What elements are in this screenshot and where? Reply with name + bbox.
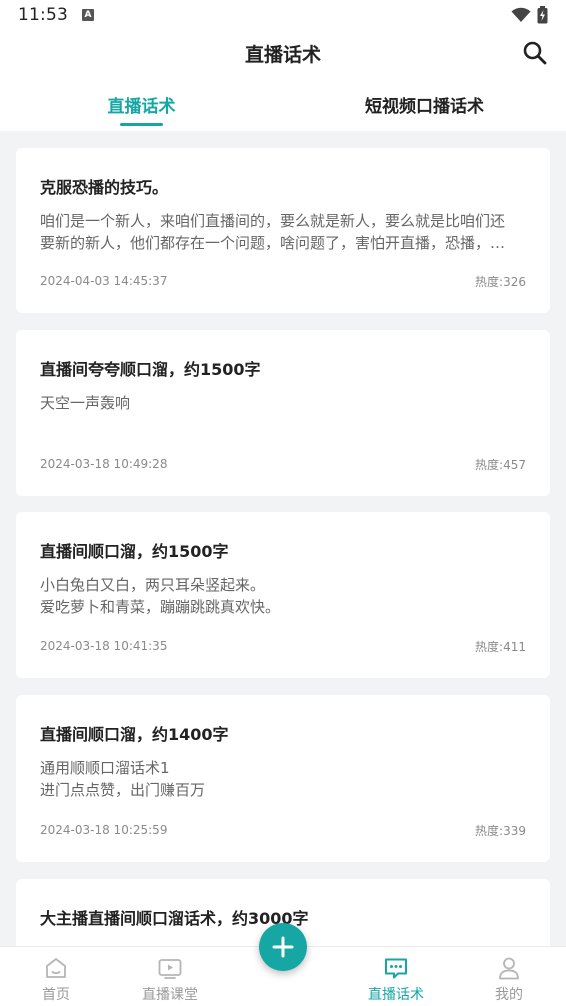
- article-date: 2024-03-18 10:25:59: [40, 823, 168, 837]
- person-icon: [499, 957, 519, 980]
- video-icon: [158, 959, 182, 979]
- notification-icon: A: [82, 9, 94, 21]
- nav-live-scripts[interactable]: 直播话术: [351, 955, 441, 1004]
- article-title: 大主播直播间顺口溜话术，约3000字: [40, 909, 309, 928]
- home-icon: [46, 958, 66, 978]
- excerpt-line: 爱吃萝卜和青菜，蹦蹦跳跳真欢快。: [40, 598, 281, 616]
- nav-live-scripts-label: 直播话术: [368, 987, 424, 1003]
- article-excerpt: 小白兔白又白，两只耳朵竖起来。 爱吃萝卜和青菜，蹦蹦跳跳真欢快。: [40, 574, 528, 618]
- search-icon: [523, 41, 547, 65]
- article-heat: 热度:326: [475, 275, 526, 289]
- app-screen: 11:53 A 直播话术 直播话术 短视频口播话术 克服恐播的技巧。 咱们是一个…: [0, 0, 566, 1006]
- article-heat: 热度:339: [475, 824, 526, 838]
- status-time: 11:53: [18, 5, 68, 25]
- article-excerpt: 咱们是一个新人，来咱们直播间的，要么就是新人，要么就是比咱们还 要新的新人，他们…: [40, 210, 528, 254]
- chat-icon: [385, 958, 407, 979]
- article-heat: 热度:411: [475, 640, 526, 654]
- nav-home-label: 首页: [42, 987, 70, 1003]
- status-bar: 11:53 A: [0, 0, 566, 30]
- nav-mine[interactable]: 我的: [464, 955, 554, 1004]
- tab-short-video-scripts[interactable]: 短视频口播话术: [283, 92, 566, 117]
- plus-icon: [272, 936, 294, 958]
- article-date: 2024-03-18 10:41:35: [40, 639, 168, 653]
- excerpt-line: 咱们是一个新人，来咱们直播间的，要么就是新人，要么就是比咱们还: [40, 212, 506, 230]
- nav-live-course[interactable]: 直播课堂: [125, 955, 215, 1004]
- search-button[interactable]: [520, 38, 550, 68]
- wifi-icon: [511, 7, 531, 22]
- nav-mine-label: 我的: [495, 987, 523, 1003]
- article-title: 直播间顺口溜，约1400字: [40, 725, 229, 744]
- excerpt-line: 天空一声轰响: [40, 394, 131, 412]
- excerpt-line: 进门点点赞，出门赚百万: [40, 781, 206, 799]
- article-excerpt: 天空一声轰响: [40, 392, 528, 414]
- tab-live-scripts[interactable]: 直播话术: [0, 92, 283, 117]
- article-excerpt: 通用顺顺口溜话术1 进门点点赞，出门赚百万: [40, 757, 528, 801]
- tab-bar: 直播话术 短视频口播话术: [0, 76, 566, 131]
- nav-home[interactable]: 首页: [11, 955, 101, 1004]
- app-bar: 直播话术: [0, 30, 566, 76]
- page-title: 直播话术: [244, 44, 321, 66]
- article-title: 克服恐播的技巧。: [40, 178, 169, 197]
- article-card[interactable]: 克服恐播的技巧。 咱们是一个新人，来咱们直播间的，要么就是新人，要么就是比咱们还…: [16, 148, 550, 313]
- add-button[interactable]: [259, 923, 307, 971]
- nav-live-course-label: 直播课堂: [142, 987, 198, 1003]
- article-title: 直播间夸夸顺口溜，约1500字: [40, 360, 261, 379]
- battery-icon: [537, 6, 548, 24]
- article-card[interactable]: 直播间夸夸顺口溜，约1500字 天空一声轰响 2024-03-18 10:49:…: [16, 330, 550, 496]
- excerpt-line: 要新的新人，他们都存在一个问题，啥问题了，害怕开直播，恐播，…: [40, 234, 506, 252]
- status-icons: [511, 6, 548, 24]
- article-heat: 热度:457: [475, 458, 526, 472]
- excerpt-line: 小白兔白又白，两只耳朵竖起来。: [40, 576, 266, 594]
- article-date: 2024-04-03 14:45:37: [40, 274, 168, 288]
- article-title: 直播间顺口溜，约1500字: [40, 542, 229, 561]
- article-card[interactable]: 直播间顺口溜，约1500字 小白兔白又白，两只耳朵竖起来。 爱吃萝卜和青菜，蹦蹦…: [16, 512, 550, 678]
- article-card[interactable]: 直播间顺口溜，约1400字 通用顺顺口溜话术1 进门点点赞，出门赚百万 2024…: [16, 695, 550, 862]
- tab-indicator: [120, 123, 163, 126]
- excerpt-line: 通用顺顺口溜话术1: [40, 759, 170, 777]
- article-date: 2024-03-18 10:49:28: [40, 457, 168, 471]
